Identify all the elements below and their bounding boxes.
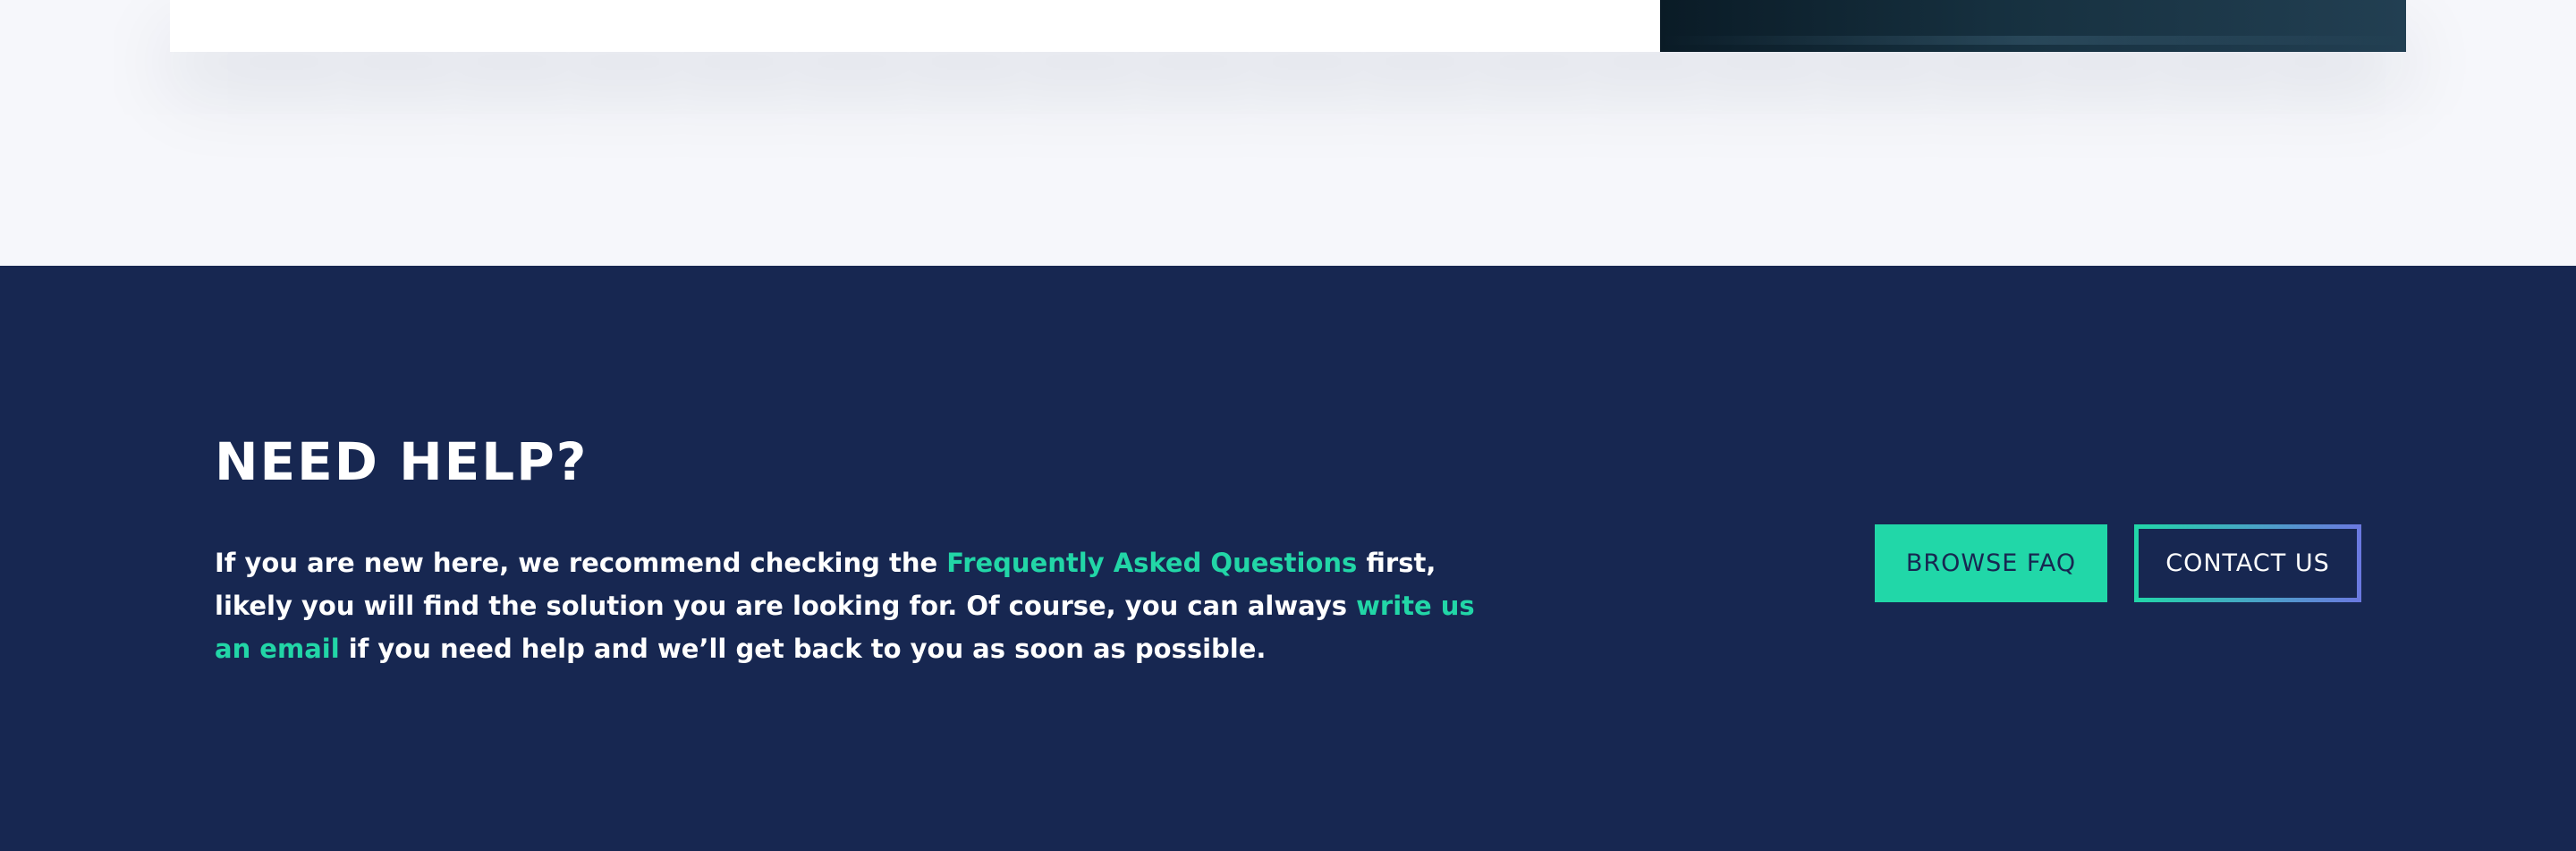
card-image	[1660, 0, 2406, 52]
contact-us-button[interactable]: CONTACT US	[2134, 524, 2361, 602]
help-text-part-1: If you are new here, we recommend checki…	[215, 548, 947, 578]
card-image-water	[1660, 36, 2406, 45]
faq-link[interactable]: Frequently Asked Questions	[946, 548, 1357, 578]
content-card	[170, 0, 2406, 52]
help-description: If you are new here, we recommend checki…	[215, 541, 1485, 670]
top-section	[0, 0, 2576, 266]
browse-faq-button[interactable]: BROWSE FAQ	[1875, 524, 2107, 602]
help-text-part-3: if you need help and we’ll get back to y…	[339, 634, 1267, 664]
need-help-section: NEED HELP? If you are new here, we recom…	[0, 266, 2576, 851]
help-title: NEED HELP?	[215, 431, 589, 492]
